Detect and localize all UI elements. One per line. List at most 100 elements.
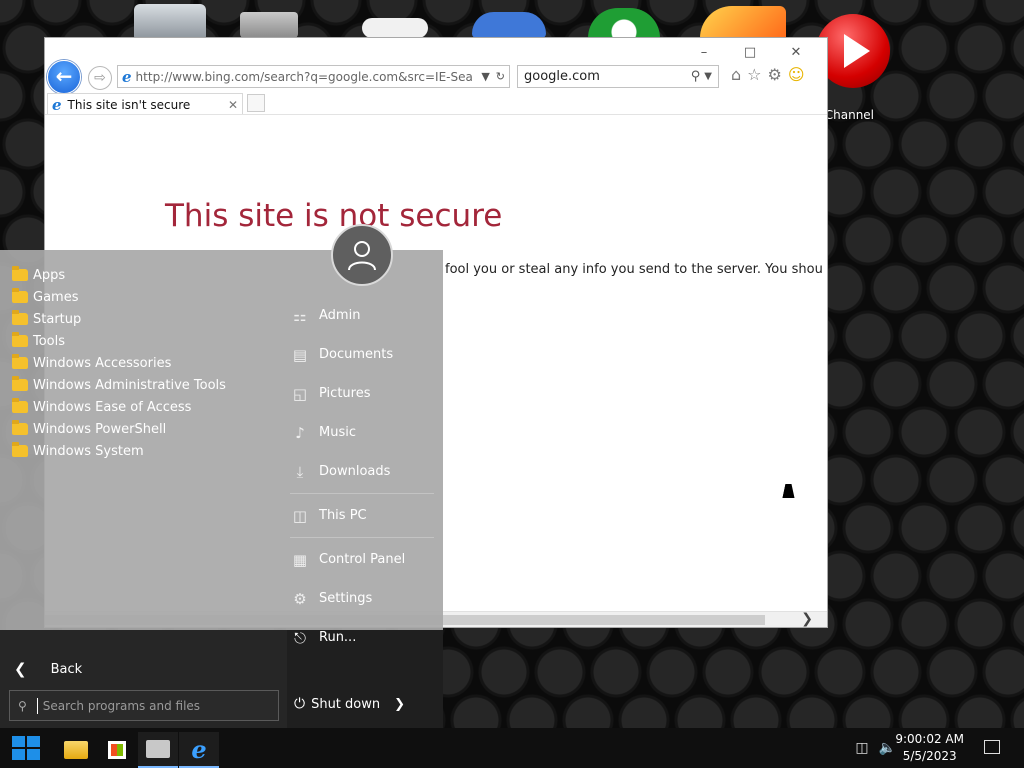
address-bar[interactable]: e http://www.bing.com/search?q=google.co…	[117, 65, 510, 88]
game-controller-icon[interactable]	[362, 18, 428, 38]
toolbar-icons: ⌂ ☆ ⚙ ☺	[731, 65, 805, 84]
tab-active[interactable]: e This site isn't secure ✕	[47, 93, 243, 115]
store-icon	[108, 741, 126, 759]
apps-list: Apps Games Startup Tools Windows Accesso…	[12, 264, 226, 462]
place-item-control-panel[interactable]: ▦ Control Panel	[290, 540, 440, 579]
xbox-icon[interactable]	[588, 8, 660, 38]
place-item-run[interactable]: ⎋ Run...	[290, 618, 440, 657]
list-item[interactable]: Tools	[12, 330, 226, 352]
list-item[interactable]: Windows System	[12, 440, 226, 462]
play-triangle-icon	[844, 34, 870, 68]
place-label: Admin	[319, 308, 361, 323]
feedback-smiley-icon[interactable]: ☺	[788, 65, 805, 84]
clock-date: 5/5/2023	[902, 749, 957, 763]
list-item[interactable]: Windows Ease of Access	[12, 396, 226, 418]
list-item-label: Windows PowerShell	[33, 421, 167, 437]
clock[interactable]: 9:00:02 AM 5/5/2023	[895, 731, 964, 765]
list-item-label: Apps	[33, 267, 66, 283]
shutdown-button[interactable]: ⏻ Shut down ❯	[294, 696, 405, 712]
file-explorer-icon	[64, 741, 88, 759]
list-item-label: Windows Administrative Tools	[33, 377, 226, 393]
address-search-dropdown-icon[interactable]: ▼	[481, 70, 489, 83]
address-text: http://www.bing.com/search?q=google.com&…	[135, 69, 473, 84]
scroll-right-arrow-icon[interactable]: ❯	[801, 611, 813, 627]
search-icon[interactable]: ⚲	[691, 69, 701, 84]
place-label: This PC	[319, 508, 367, 523]
place-label: Music	[319, 425, 356, 440]
home-icon[interactable]: ⌂	[731, 65, 741, 84]
user-icon: ⚏	[293, 306, 307, 325]
favorites-star-icon[interactable]: ☆	[747, 65, 761, 84]
tab-ie-icon: e	[52, 95, 62, 114]
list-item[interactable]: Startup	[12, 308, 226, 330]
folder-icon	[12, 288, 28, 303]
search-dropdown-icon[interactable]: ▼	[704, 71, 712, 82]
text-caret	[36, 697, 38, 714]
shutdown-label: Shut down	[311, 696, 381, 712]
place-item-music[interactable]: ♪ Music	[290, 413, 440, 452]
settings-tool-icon[interactable]	[472, 12, 546, 38]
run-icon: ⎋	[294, 628, 306, 647]
folder-icon	[12, 332, 28, 347]
control-panel-icon: ▦	[292, 550, 308, 569]
place-label: Downloads	[319, 464, 391, 479]
place-item-admin[interactable]: ⚏ Admin	[290, 296, 440, 335]
folder-icon	[12, 420, 28, 435]
gear-icon[interactable]: ⚙	[768, 65, 782, 84]
back-button[interactable]: ←	[47, 60, 81, 94]
list-item-label: Tools	[33, 333, 66, 349]
divider	[290, 537, 434, 538]
list-item-label: Windows System	[33, 443, 144, 459]
back-button[interactable]: ❮ Back	[14, 660, 82, 678]
place-label: Pictures	[319, 386, 371, 401]
firefox-icon[interactable]	[700, 6, 786, 38]
user-silhouette-icon	[348, 241, 376, 271]
chevron-right-icon[interactable]: ❯	[394, 697, 405, 712]
picture-icon: ◱	[292, 384, 308, 403]
page-title: This site is not secure	[165, 198, 503, 234]
taskbar-store[interactable]	[97, 732, 137, 768]
tab-strip-divider	[45, 114, 827, 115]
folder-icon	[12, 398, 28, 413]
notification-center-icon[interactable]	[984, 740, 1000, 754]
list-item[interactable]: Windows Administrative Tools	[12, 374, 226, 396]
list-item-label: Windows Ease of Access	[33, 399, 192, 415]
list-item[interactable]: Games	[12, 286, 226, 308]
tab-close-icon[interactable]: ✕	[228, 98, 238, 112]
new-tab-button[interactable]	[247, 94, 265, 112]
forward-button[interactable]: ⇨	[88, 66, 112, 90]
tab-title: This site isn't secure	[67, 97, 191, 112]
maximize-button[interactable]: □	[727, 42, 773, 64]
avatar[interactable]	[331, 224, 393, 286]
desktop-icon-label: r Channel	[816, 108, 875, 122]
back-label: Back	[50, 661, 83, 677]
refresh-icon[interactable]: ↻	[496, 70, 505, 83]
windows-logo-icon	[12, 736, 25, 747]
place-item-settings[interactable]: ⚙ Settings	[290, 579, 440, 618]
taskbar-internet-explorer[interactable]: e	[179, 732, 219, 768]
page-body-text: fool you or steal any info you send to t…	[445, 262, 823, 277]
network-icon[interactable]: ◫	[855, 740, 868, 756]
place-label: Control Panel	[319, 552, 406, 567]
list-item[interactable]: Apps	[12, 264, 226, 286]
place-label: Documents	[319, 347, 394, 362]
place-item-downloads[interactable]: ⤓ Downloads	[290, 452, 440, 491]
minimize-button[interactable]: –	[681, 42, 727, 64]
start-button[interactable]	[12, 736, 40, 760]
place-item-pictures[interactable]: ◱ Pictures	[290, 374, 440, 413]
search-input[interactable]: ⚲ Search programs and files	[9, 690, 279, 721]
place-item-documents[interactable]: ▤ Documents	[290, 335, 440, 374]
list-item-label: Games	[33, 289, 79, 305]
taskbar-file-explorer[interactable]	[56, 732, 96, 768]
close-button[interactable]: ✕	[773, 42, 819, 64]
list-item[interactable]: Windows Accessories	[12, 352, 226, 374]
list-item[interactable]: Windows PowerShell	[12, 418, 226, 440]
taskbar-network-app[interactable]	[138, 732, 178, 768]
folder-icon	[12, 310, 28, 325]
folder-icon[interactable]	[240, 12, 298, 38]
document-icon: ▤	[292, 345, 308, 364]
volume-muted-icon[interactable]: 🔈	[879, 740, 896, 756]
search-input[interactable]: google.com ⚲ ▼	[517, 65, 719, 88]
recycle-bin-icon[interactable]	[134, 4, 206, 38]
place-item-this-pc[interactable]: ◫ This PC	[290, 496, 440, 535]
